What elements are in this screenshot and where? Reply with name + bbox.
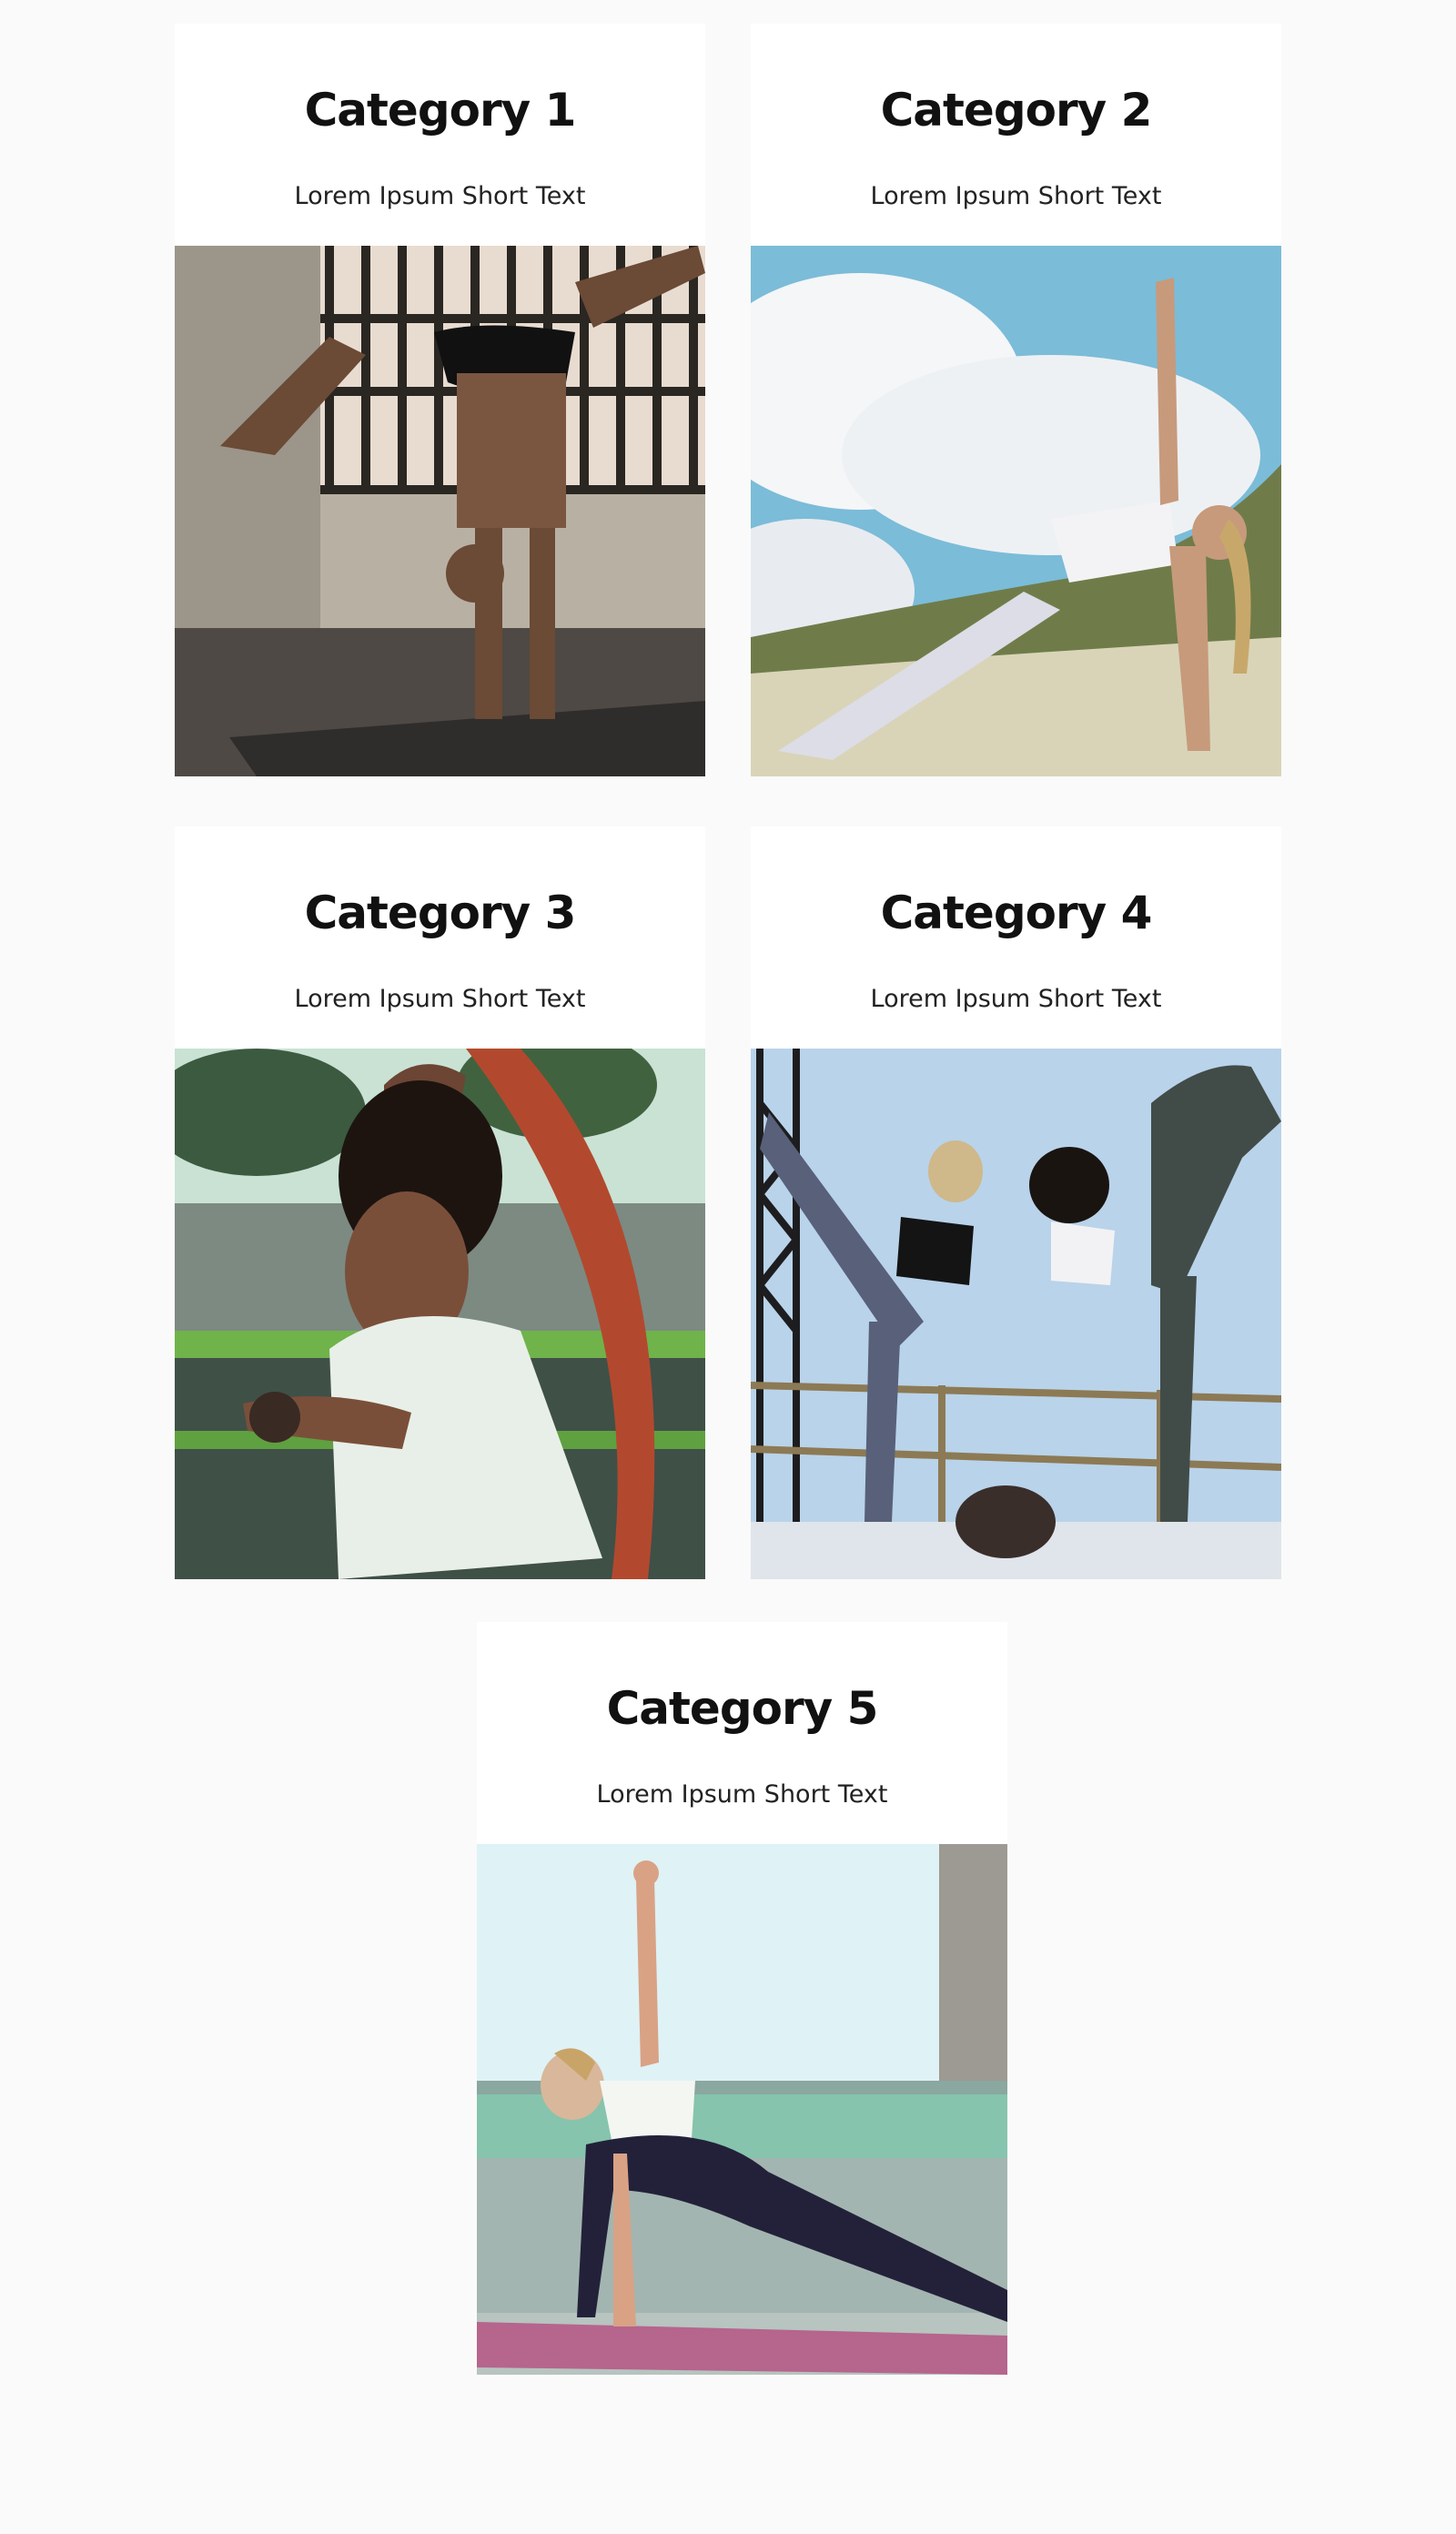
category-card-header: Category 2 Lorem Ipsum Short Text [751,24,1281,246]
category-image-partner-pose[interactable] [751,1049,1281,1579]
category-title: Category 4 [880,887,1153,939]
category-card-1[interactable]: Category 1 Lorem Ipsum Short Text [175,24,705,776]
category-card-4[interactable]: Category 4 Lorem Ipsum Short Text [751,826,1281,1579]
category-card-5[interactable]: Category 5 Lorem Ipsum Short Text [477,1622,1007,2375]
category-title: Category 5 [606,1682,879,1735]
category-card-2[interactable]: Category 2 Lorem Ipsum Short Text [751,24,1281,776]
category-title: Category 3 [304,887,577,939]
category-image-handstand[interactable] [175,246,705,776]
category-card-header: Category 5 Lorem Ipsum Short Text [477,1622,1007,1844]
category-card-3[interactable]: Category 3 Lorem Ipsum Short Text [175,826,705,1579]
category-title: Category 2 [880,84,1153,137]
category-description: Lorem Ipsum Short Text [596,1780,888,1809]
category-image-extended-side-angle[interactable] [477,1844,1007,2375]
category-card-header: Category 4 Lorem Ipsum Short Text [751,826,1281,1049]
category-card-header: Category 1 Lorem Ipsum Short Text [175,24,705,246]
category-image-side-plank[interactable] [751,246,1281,776]
category-description: Lorem Ipsum Short Text [294,985,586,1013]
category-image-warrior-pose[interactable] [175,1049,705,1579]
category-description: Lorem Ipsum Short Text [870,985,1162,1013]
category-description: Lorem Ipsum Short Text [294,182,586,210]
category-description: Lorem Ipsum Short Text [870,182,1162,210]
category-title: Category 1 [304,84,577,137]
category-card-header: Category 3 Lorem Ipsum Short Text [175,826,705,1049]
